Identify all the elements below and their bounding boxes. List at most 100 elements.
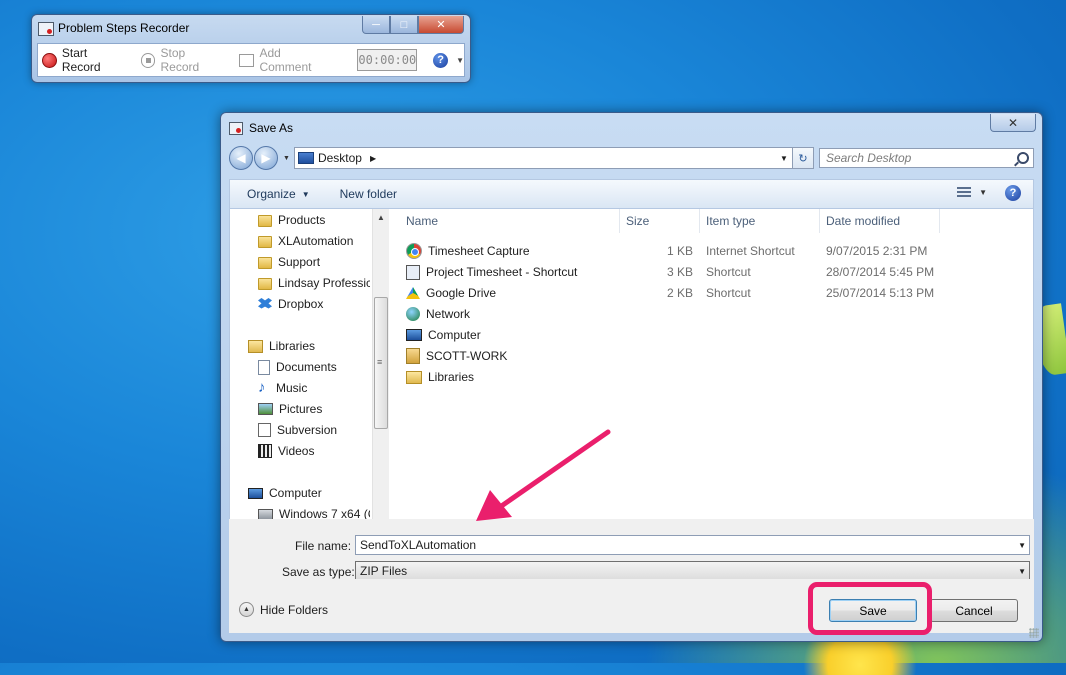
nav-item-label: Subversion (277, 423, 338, 437)
scroll-up-icon[interactable]: ▲ (377, 213, 385, 222)
table-row[interactable]: Project Timesheet - Shortcut 3 KB Shortc… (406, 262, 946, 282)
add-comment-button[interactable]: Add Comment (238, 46, 336, 74)
nav-item-videos[interactable]: Videos (258, 441, 314, 461)
new-folder-button[interactable]: New folder (340, 187, 397, 201)
computer-icon (248, 487, 263, 499)
nav-item-subversion[interactable]: Subversion (258, 420, 337, 440)
nav-item-label: Lindsay Professic (278, 276, 370, 290)
dialog-close-button[interactable]: ✕ (990, 114, 1036, 132)
search-input[interactable]: Search Desktop (818, 148, 1034, 168)
chevron-up-icon: ▲ (239, 602, 254, 617)
address-bar[interactable]: Desktop ▶ ▼ (293, 147, 793, 169)
save-form: File name: SendToXLAutomation ▼ Save as … (229, 519, 1034, 581)
minimize-button[interactable]: ─ (362, 16, 390, 34)
drive-icon (258, 508, 273, 520)
address-location[interactable]: Desktop (318, 151, 362, 165)
nav-item-label: Documents (276, 360, 337, 374)
save-type-select[interactable]: ZIP Files ▼ (355, 561, 1030, 581)
file-type: Shortcut (706, 265, 751, 279)
column-header-type[interactable]: Item type (700, 209, 820, 233)
folder-icon (258, 257, 272, 269)
add-comment-label: Add Comment (259, 46, 312, 74)
dialog-app-icon (229, 122, 243, 135)
chevron-down-icon: ▼ (301, 189, 310, 199)
file-name: Project Timesheet - Shortcut (426, 265, 578, 279)
view-options-icon[interactable] (957, 187, 971, 199)
libraries-icon (248, 339, 263, 353)
subversion-icon (258, 423, 271, 437)
save-type-value: ZIP Files (360, 564, 408, 578)
file-name: SCOTT-WORK (426, 349, 508, 363)
table-row[interactable]: SCOTT-WORK (406, 346, 946, 366)
back-button[interactable]: ◀ (229, 146, 253, 170)
column-header-date[interactable]: Date modified (820, 209, 940, 233)
stop-icon (140, 52, 156, 68)
dialog-title: Save As (249, 121, 294, 135)
maximize-button[interactable]: □ (390, 16, 418, 34)
psr-caption-buttons: ─ □ ✕ (362, 16, 464, 34)
file-date: 9/07/2015 2:31 PM (826, 244, 928, 258)
table-row[interactable]: Timesheet Capture 1 KB Internet Shortcut… (406, 241, 946, 261)
nav-item-computer[interactable]: Computer (248, 483, 322, 503)
save-as-dialog: Save As ✕ ◀ ▶ ▼ Desktop ▶ ▼ ↻ Search Des… (220, 112, 1043, 642)
nav-item-windows-drive[interactable]: Windows 7 x64 (C (258, 504, 370, 520)
help-icon[interactable]: ? (1005, 185, 1021, 201)
address-dropdown-icon[interactable]: ▼ (780, 154, 788, 163)
file-name-value: SendToXLAutomation (360, 538, 477, 552)
folder-icon (258, 236, 272, 248)
nav-item-music[interactable]: Music (258, 378, 307, 398)
psr-menu-dropdown-icon[interactable]: ▼ (456, 56, 464, 65)
file-name: Network (426, 307, 471, 321)
organize-button[interactable]: Organize ▼ (247, 187, 310, 201)
nav-item-support[interactable]: Support (258, 252, 320, 272)
navigation-pane: Products XLAutomation Support Lindsay Pr… (230, 209, 370, 520)
psr-toolbar: Start Record Stop Record Add Comment 00:… (37, 43, 465, 77)
nav-item-label: Dropbox (278, 297, 324, 311)
file-type: Shortcut (706, 286, 751, 300)
nav-item-documents[interactable]: Documents (258, 357, 337, 377)
file-name-field[interactable]: SendToXLAutomation ▼ (355, 535, 1030, 555)
start-record-button[interactable]: Start Record (42, 46, 129, 74)
resize-grip[interactable] (1029, 628, 1039, 638)
nav-item-pictures[interactable]: Pictures (258, 399, 322, 419)
hide-folders-button[interactable]: ▲ Hide Folders (239, 602, 328, 617)
refresh-button[interactable]: ↻ (792, 147, 814, 169)
folder-icon (258, 278, 272, 290)
nav-item-label: Computer (269, 486, 322, 500)
record-icon (42, 52, 57, 68)
organize-label: Organize (247, 187, 296, 201)
user-folder-icon (406, 348, 420, 364)
computer-icon (406, 329, 422, 341)
breadcrumb-chevron-icon[interactable]: ▶ (370, 154, 376, 163)
view-dropdown-icon[interactable]: ▼ (979, 188, 987, 197)
column-header-name[interactable]: Name (400, 209, 620, 233)
nav-item-libraries[interactable]: Libraries (248, 336, 315, 356)
table-row[interactable]: Libraries (406, 367, 946, 387)
nav-item-label: Support (278, 255, 321, 269)
help-icon[interactable]: ? (433, 52, 449, 68)
navigation-scrollbar[interactable]: ▲ ≡ (372, 209, 389, 520)
nav-item-products[interactable]: Products (258, 210, 325, 230)
close-button[interactable]: ✕ (418, 16, 464, 34)
table-row[interactable]: Network (406, 304, 946, 324)
file-name-dropdown-icon[interactable]: ▼ (1018, 541, 1026, 550)
nav-item-xlautomation[interactable]: XLAutomation (258, 231, 353, 251)
nav-item-dropbox[interactable]: Dropbox (258, 294, 323, 314)
search-icon (1017, 152, 1029, 164)
forward-button[interactable]: ▶ (254, 146, 278, 170)
save-type-dropdown-icon[interactable]: ▼ (1018, 567, 1026, 576)
stop-record-button[interactable]: Stop Record (140, 46, 227, 74)
table-row[interactable]: Computer (406, 325, 946, 345)
desktop-icon (297, 152, 314, 164)
nav-item-lindsay[interactable]: Lindsay Professic (258, 273, 370, 293)
recent-pages-dropdown-icon[interactable]: ▼ (283, 155, 290, 162)
file-size: 3 KB (666, 265, 693, 279)
psr-window: Problem Steps Recorder ─ □ ✕ Start Recor… (31, 14, 471, 83)
psr-title: Problem Steps Recorder (58, 21, 190, 35)
column-header-size[interactable]: Size (620, 209, 700, 233)
cancel-button[interactable]: Cancel (930, 599, 1018, 622)
record-timer: 00:00:00 (357, 49, 418, 71)
table-row[interactable]: Google Drive 2 KB Shortcut 25/07/2014 5:… (406, 283, 946, 303)
shortcut-icon (406, 264, 420, 280)
google-drive-icon (406, 287, 420, 299)
